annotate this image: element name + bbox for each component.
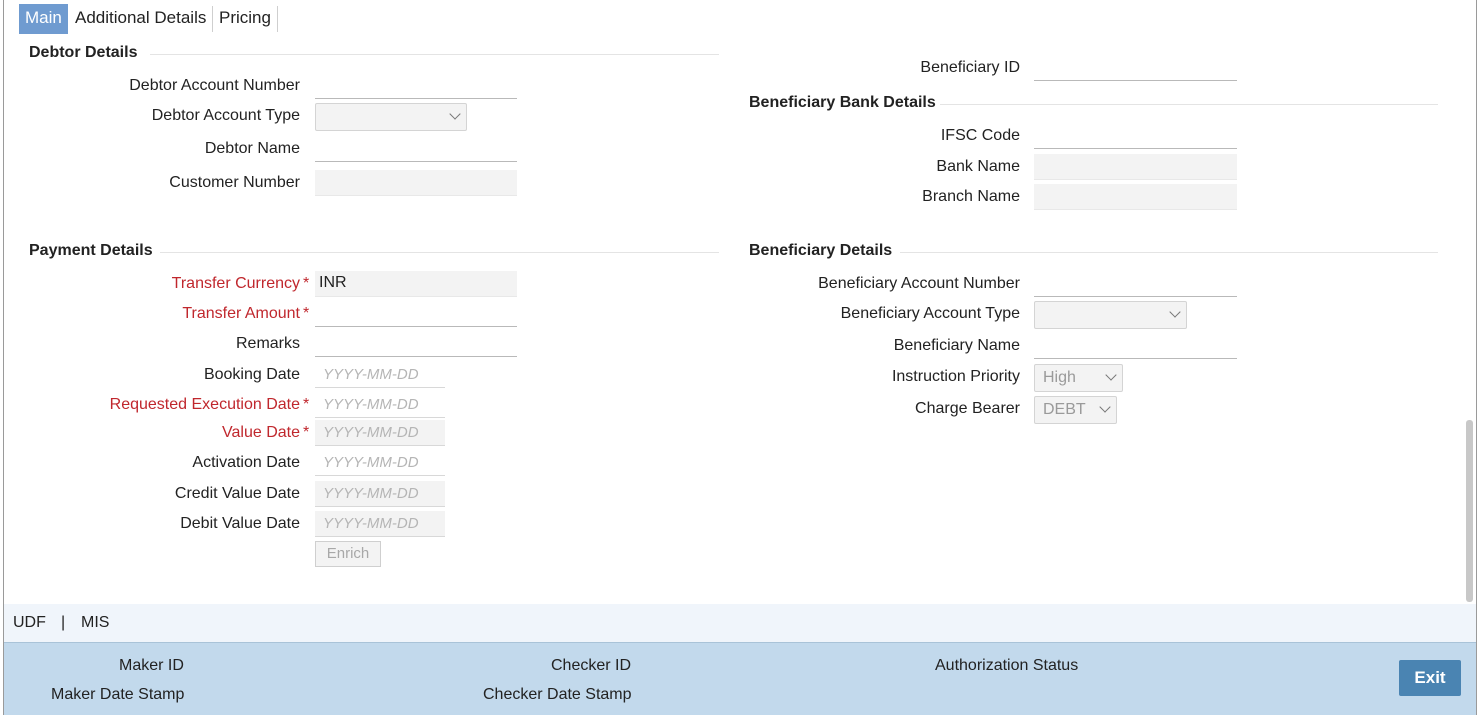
booking-date-label: Booking Date: [203, 366, 300, 383]
authorization-status-label: Authorization Status: [935, 657, 1079, 674]
beneficiary-account-type-label: Beneficiary Account Type: [840, 305, 1020, 322]
debtor-account-number-label: Debtor Account Number: [129, 77, 300, 94]
required-marker: *: [303, 396, 310, 413]
ifsc-code-label: IFSC Code: [940, 127, 1020, 144]
remarks-input[interactable]: [315, 331, 517, 357]
section-divider: [900, 252, 1438, 253]
booking-date-input[interactable]: YYYY-MM-DD: [315, 362, 445, 388]
debtor-account-type-select[interactable]: [315, 103, 467, 131]
chevron-down-icon: [1105, 369, 1117, 381]
instruction-priority-value: High: [1043, 369, 1076, 386]
tab-additional-details[interactable]: Additional Details: [69, 4, 212, 34]
debtor-account-type-label: Debtor Account Type: [151, 107, 300, 124]
exit-button[interactable]: Exit: [1399, 660, 1461, 696]
bank-name-label: Bank Name: [936, 158, 1020, 175]
maker-date-stamp-label: Maker Date Stamp: [51, 686, 185, 703]
transfer-amount-input[interactable]: [315, 301, 517, 327]
required-marker: *: [303, 305, 310, 322]
payment-details-title: Payment Details: [29, 242, 153, 259]
charge-bearer-label: Charge Bearer: [915, 400, 1020, 417]
beneficiary-name-label: Beneficiary Name: [893, 337, 1020, 354]
instruction-priority-select[interactable]: High: [1034, 364, 1123, 392]
subsystem-bar: UDF | MIS: [4, 604, 1476, 642]
beneficiary-name-input[interactable]: [1034, 333, 1237, 359]
beneficiary-account-number-input[interactable]: [1034, 271, 1237, 297]
branch-name-label: Branch Name: [922, 188, 1020, 205]
transfer-currency-value: INR: [319, 274, 347, 291]
required-marker: *: [303, 424, 310, 441]
beneficiary-id-input[interactable]: [1034, 55, 1237, 81]
maker-id-label: Maker ID: [119, 657, 184, 674]
section-divider: [160, 252, 719, 253]
section-divider: [150, 54, 719, 55]
instruction-priority-label: Instruction Priority: [891, 368, 1020, 385]
debtor-name-label: Debtor Name: [204, 140, 300, 157]
requested-execution-date-label: Requested Execution Date: [109, 396, 300, 413]
debtor-details-title: Debtor Details: [29, 44, 138, 61]
remarks-label: Remarks: [235, 335, 300, 352]
section-divider: [940, 104, 1438, 105]
enrich-button[interactable]: Enrich: [315, 541, 381, 567]
debit-value-date-input[interactable]: YYYY-MM-DD: [315, 511, 445, 537]
credit-value-date-input[interactable]: YYYY-MM-DD: [315, 481, 445, 507]
chevron-down-icon: [1099, 401, 1111, 413]
activation-date-label: Activation Date: [192, 454, 300, 471]
beneficiary-account-type-select[interactable]: [1034, 301, 1187, 329]
vertical-scrollbar[interactable]: [1466, 420, 1473, 602]
beneficiary-details-title: Beneficiary Details: [749, 242, 893, 259]
audit-footer: [4, 642, 1476, 715]
activation-date-input[interactable]: YYYY-MM-DD: [315, 450, 445, 476]
credit-value-date-label: Credit Value Date: [174, 485, 300, 502]
value-date-label: Value Date: [222, 424, 300, 441]
chevron-down-icon: [449, 108, 461, 120]
tab-pricing[interactable]: Pricing: [213, 4, 277, 34]
subnav-separator: |: [61, 614, 66, 631]
ifsc-code-input[interactable]: [1034, 123, 1237, 149]
customer-number-label: Customer Number: [169, 174, 300, 191]
customer-number-input[interactable]: [315, 170, 517, 196]
checker-id-label: Checker ID: [551, 657, 632, 674]
mis-link[interactable]: MIS: [81, 614, 109, 632]
branch-name-input[interactable]: [1034, 184, 1237, 210]
beneficiary-account-number-label: Beneficiary Account Number: [818, 275, 1020, 292]
transfer-amount-label: Transfer Amount: [182, 305, 300, 322]
charge-bearer-value: DEBT: [1043, 401, 1086, 418]
tab-main[interactable]: Main: [19, 4, 68, 34]
debtor-account-number-input[interactable]: [315, 73, 517, 99]
charge-bearer-select[interactable]: DEBT: [1034, 396, 1117, 424]
checker-date-stamp-label: Checker Date Stamp: [483, 686, 632, 703]
beneficiary-id-label: Beneficiary ID: [920, 59, 1020, 76]
transfer-currency-input[interactable]: INR: [315, 271, 517, 297]
debtor-name-input[interactable]: [315, 136, 517, 162]
beneficiary-bank-details-title: Beneficiary Bank Details: [749, 94, 936, 111]
chevron-down-icon: [1169, 306, 1181, 318]
bank-name-input[interactable]: [1034, 154, 1237, 180]
tab-divider: [277, 6, 278, 32]
value-date-input[interactable]: YYYY-MM-DD: [315, 420, 445, 446]
requested-execution-date-input[interactable]: YYYY-MM-DD: [315, 392, 445, 418]
required-marker: *: [303, 275, 310, 292]
transfer-currency-label: Transfer Currency: [171, 275, 300, 292]
udf-link[interactable]: UDF: [13, 614, 46, 632]
debit-value-date-label: Debit Value Date: [180, 515, 300, 532]
